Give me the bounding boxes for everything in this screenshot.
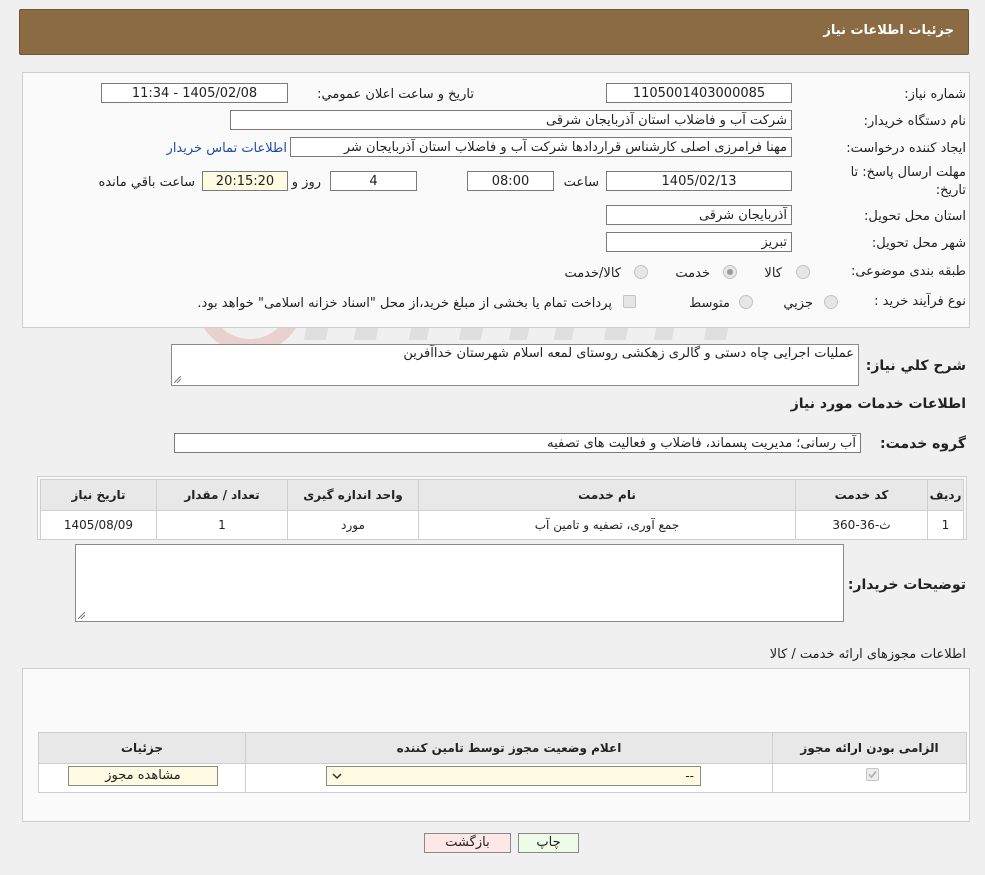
resize-handle-icon[interactable] <box>174 376 181 383</box>
announce-label: تاریخ و ساعت اعلان عمومي: <box>317 87 474 102</box>
treasury-payment-checkbox[interactable] <box>623 295 636 308</box>
announce-field: 1405/02/08 - 11:34 <box>101 83 288 103</box>
description-textarea[interactable]: عملیات اجرایی چاه دستی و گالری زهکشی روس… <box>171 344 859 386</box>
buyer-notes-textarea[interactable] <box>75 544 844 622</box>
deadline-date-label: تاریخ: <box>935 183 966 198</box>
buyer-contact-link[interactable]: اطلاعات تماس خریدار <box>167 141 287 156</box>
cell-quantity: 1 <box>156 510 288 540</box>
category-label: طبقه بندی موضوعی: <box>850 264 966 279</box>
view-permit-button[interactable]: مشاهده مجوز <box>68 766 218 786</box>
treasury-payment-note: پرداخت تمام یا بخشی از مبلغ خرید،از محل … <box>197 296 612 311</box>
permit-status-select[interactable]: -- <box>326 766 701 786</box>
cell-need-date: 1405/08/09 <box>40 510 157 540</box>
resize-handle-icon[interactable] <box>78 612 85 619</box>
page-header: جزئیات اطلاعات نیاز <box>19 9 969 55</box>
col-permit-required: الزامی بودن ارائه مجوز <box>772 732 967 764</box>
process-radio-medium[interactable] <box>739 295 753 309</box>
col-service-name: نام خدمت <box>418 479 796 511</box>
print-button[interactable]: چاپ <box>518 833 579 853</box>
col-service-code: کد خدمت <box>795 479 928 511</box>
city-field: تبریز <box>606 232 792 252</box>
requester-field: مهنا فرامرزی اصلی کارشناس قراردادها شرکت… <box>290 137 792 157</box>
description-label: شرح کلي نیاز: <box>865 358 966 374</box>
province-label: استان محل تحویل: <box>864 209 966 224</box>
service-group-label: گروه خدمت: <box>880 436 966 452</box>
deadline-date-field: 1405/02/13 <box>606 171 792 191</box>
category-radio-goods-service[interactable] <box>634 265 648 279</box>
cell-service-name: جمع آوری، تصفیه و تامین آب <box>418 510 796 540</box>
cell-row-number: 1 <box>927 510 964 540</box>
remaining-label: ساعت باقي مانده <box>98 175 195 190</box>
service-group-field: آب رسانی؛ مدیریت پسماند، فاضلاب و فعالیت… <box>174 433 861 453</box>
process-option-medium: متوسط <box>689 296 730 311</box>
col-need-date: تاریخ نیاز <box>40 479 157 511</box>
services-title: اطلاعات خدمات مورد نیاز <box>790 396 966 412</box>
col-permit-details: جزئیات <box>38 732 246 764</box>
category-option-service: خدمت <box>675 266 710 281</box>
col-permit-status: اعلام وضعیت مجوز توسط تامین کننده <box>245 732 773 764</box>
cell-service-code: ث-36-360 <box>795 510 928 540</box>
category-radio-goods[interactable] <box>796 265 810 279</box>
process-radio-minor[interactable] <box>824 295 838 309</box>
days-field: 4 <box>330 171 417 191</box>
permit-required-checkbox <box>866 768 879 781</box>
city-label: شهر محل تحویل: <box>871 236 966 251</box>
buyer-org-label: نام دستگاه خریدار: <box>863 114 966 129</box>
need-number-label: شماره نیاز: <box>904 87 966 102</box>
check-icon <box>868 771 877 779</box>
category-option-goods-service: کالا/خدمت <box>564 266 621 281</box>
need-number-field: 1105001403000085 <box>606 83 792 103</box>
buyer-notes-label: توضیحات خریدار: <box>847 577 966 593</box>
days-label: روز و <box>291 175 321 190</box>
back-button[interactable]: بازگشت <box>424 833 511 853</box>
deadline-time-field: 08:00 <box>467 171 554 191</box>
province-field: آذربایجان شرقی <box>606 205 792 225</box>
cell-unit: مورد <box>287 510 419 540</box>
remaining-time-field: 20:15:20 <box>202 171 288 191</box>
process-option-minor: جزیي <box>783 296 813 311</box>
requester-label: ایجاد کننده درخواست: <box>846 141 966 156</box>
col-unit: واحد اندازه گیری <box>287 479 419 511</box>
col-row-number: ردیف <box>927 479 964 511</box>
category-option-goods: کالا <box>764 266 782 281</box>
description-text: عملیات اجرایی چاه دستی و گالری زهکشی روس… <box>403 346 854 361</box>
table-row: 1 ث-36-360 جمع آوری، تصفیه و تامین آب مو… <box>40 510 964 540</box>
deadline-label: مهلت ارسال پاسخ: تا <box>850 165 966 180</box>
deadline-time-label: ساعت <box>563 175 599 190</box>
buyer-org-field: شرکت آب و فاضلاب استان آذربایجان شرقی <box>230 110 792 130</box>
permits-title: اطلاعات مجوزهای ارائه خدمت / کالا <box>769 647 966 662</box>
col-quantity: تعداد / مقدار <box>156 479 288 511</box>
chevron-down-icon <box>332 773 342 780</box>
permit-status-value: -- <box>685 769 694 783</box>
process-label: نوع فرآیند خرید : <box>874 294 966 309</box>
services-table: ردیف کد خدمت نام خدمت واحد اندازه گیری ت… <box>40 479 964 540</box>
category-radio-service[interactable] <box>723 265 737 279</box>
page-title: جزئیات اطلاعات نیاز <box>823 23 954 38</box>
